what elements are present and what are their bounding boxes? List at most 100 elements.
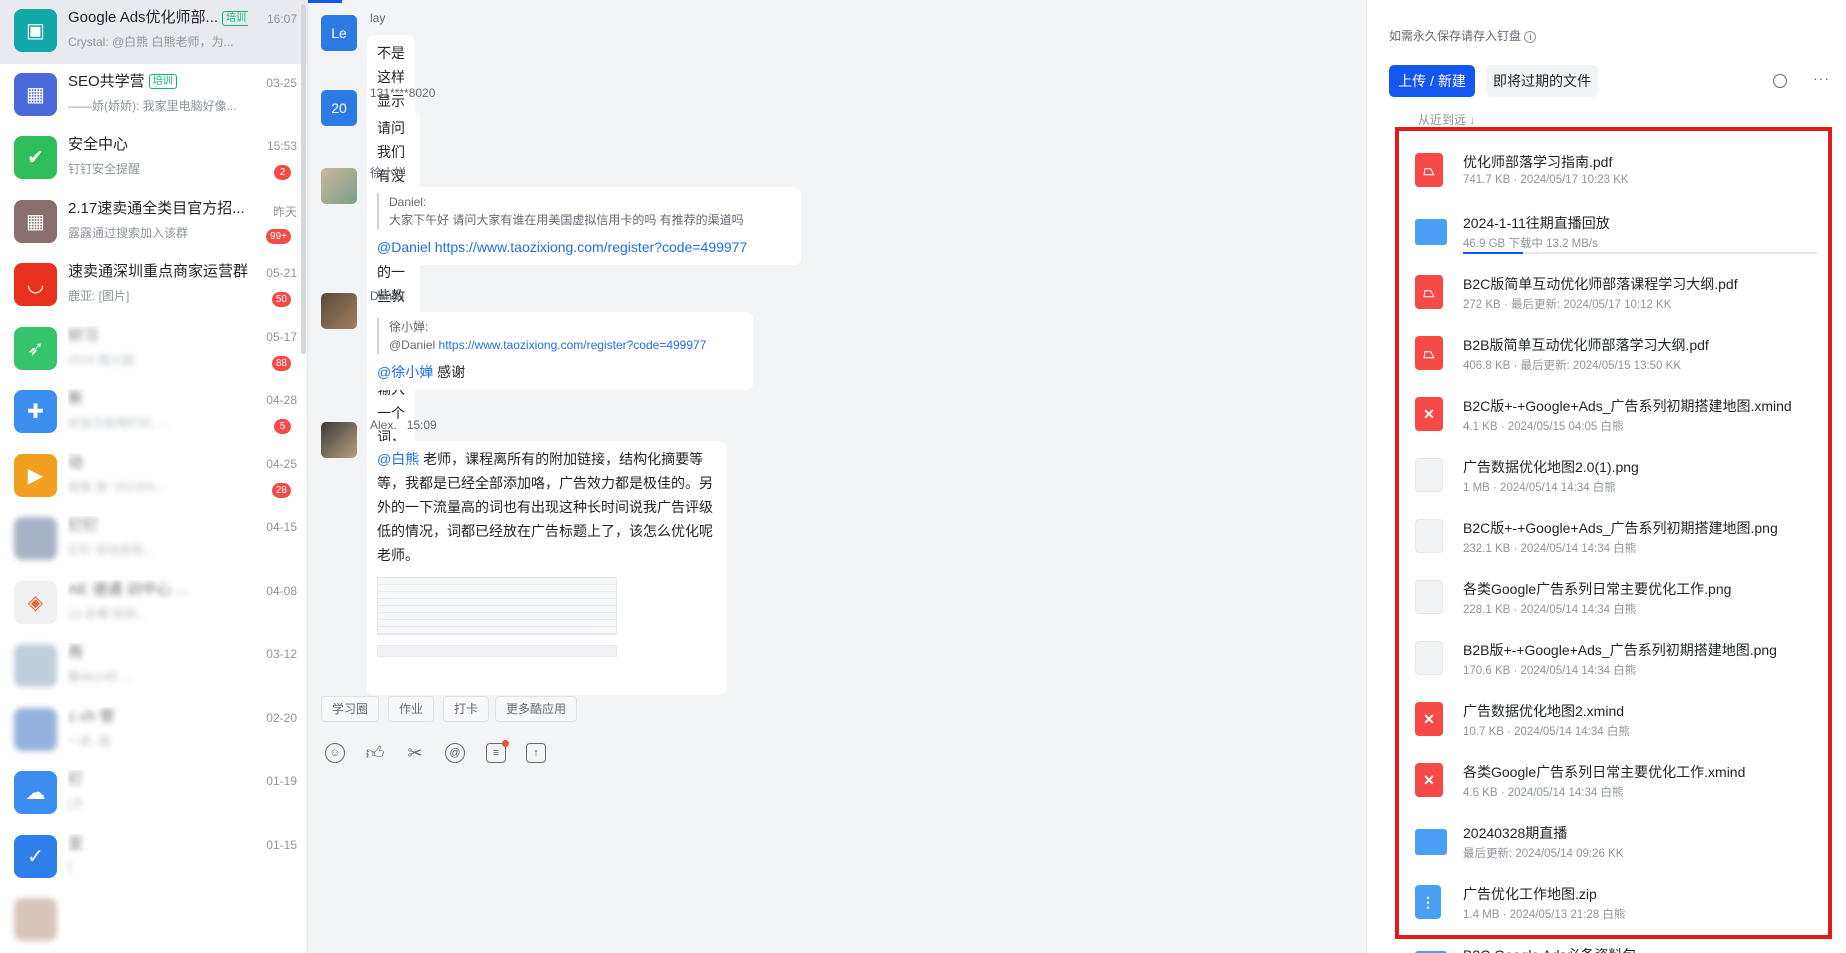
file-item[interactable]: 各类Google广告系列日常主要优化工作.png 228.1 KB · 2024/…: [1415, 575, 1825, 633]
conversation-item[interactable]: c ch 管 02-20 一步, 就: [0, 699, 307, 763]
file-item[interactable]: 20240328期直播 最后更新: 2024/05/14 09:26 KK: [1415, 819, 1825, 877]
conversation-preview: 有新 放 “202304...: [68, 479, 165, 494]
conversation-list[interactable]: ▣ Google Ads优化师部... 培训 16:07 Crystal: @白熊 白熊…: [0, 0, 308, 953]
png-file-icon: [1415, 641, 1443, 675]
graduation-cap-icon: ◈: [14, 580, 57, 624]
conversation-item[interactable]: ▦ SEO共学营 培训 03-25 ——娇(娇娇): 我家里电脑好像...: [0, 64, 307, 128]
file-meta: 406.8 KB · 最后更新: 2024/05/15 13:50 KK: [1463, 360, 1681, 372]
blurred-avatar-icon: [14, 707, 57, 751]
rocket-icon: ➶: [14, 326, 57, 370]
conversation-name: 钉钉: [68, 516, 248, 536]
conversation-item[interactable]: ✓ 宜 01-15]: [0, 826, 307, 890]
file-item[interactable]: ✕ B2C版+-+Google+Ads_广告系列初期搭建地图.xmind 4.1 K…: [1415, 392, 1825, 450]
download-progress: [1463, 252, 1817, 254]
upload-icon[interactable]: ↑: [526, 743, 546, 763]
quote-mention: @Daniel: [389, 338, 436, 352]
conversation-title: 安全中心: [68, 136, 129, 153]
mention[interactable]: @Daniel: [377, 239, 431, 255]
conversation-item[interactable]: ➶ 好习 05-17 2024 周小结 88: [0, 318, 307, 382]
file-item[interactable]: ⋮ 广告优化工作地图.zip 1.4 MB · 2024/05/13 21:28 白…: [1415, 880, 1825, 938]
yida-icon: ✓: [14, 834, 57, 878]
conversation-time: 04-08: [266, 583, 297, 598]
avatar[interactable]: Le: [321, 15, 357, 51]
conversation-name: c ch 管: [68, 707, 248, 727]
thumbs-up-icon[interactable]: 👍︎: [365, 743, 385, 763]
quoted-message[interactable]: 徐小婵: @Daniel https://www.taozixiong.com/…: [377, 318, 743, 354]
message-text: 老师，课程离所有的附加链接，结构化摘要等等，我都是已经全部添加咯，广告效力都是极…: [377, 451, 713, 563]
avatar[interactable]: 20: [321, 90, 357, 126]
task-icon[interactable]: ≡: [486, 740, 509, 763]
message-link[interactable]: https://www.taozixiong.com/register?code…: [435, 239, 747, 255]
conversation-item[interactable]: 钉钉 04-15 钉钉 目动态现...: [0, 508, 307, 572]
file-item[interactable]: 广告数据优化地图2.0(1).png 1 MB · 2024/05/14 14:3…: [1415, 453, 1825, 511]
conversation-preview: 鹿亚: [图片]: [68, 289, 130, 303]
message-bubble[interactable]: Daniel: 大家下午好 请问大家有谁在用美国虚拟信用卡的吗 有推荐的渠道吗 …: [367, 187, 801, 265]
quick-app-study-circle[interactable]: 学习圈: [321, 696, 380, 722]
file-meta: 1 MB · 2024/05/14 14:34 白熊: [1463, 482, 1616, 494]
conversation-name: 安全中心: [68, 135, 248, 155]
file-item[interactable]: ✕ 各类Google广告系列日常主要优化工作.xmind 4.6 KB · 2024…: [1415, 758, 1825, 816]
conversation-title: 速卖通深圳重点商家运营群: [68, 263, 248, 280]
message-bubble[interactable]: @白熊 老师，课程离所有的附加链接，结构化摘要等等，我都是已经全部添加咯，广告效…: [367, 441, 727, 695]
quick-app-checkin[interactable]: 打卡: [443, 696, 490, 722]
screenshot-thumbnail[interactable]: [377, 645, 617, 657]
conversation-item[interactable]: ✚ 新 04-28 好友已启用钉钉, ... 5: [0, 381, 307, 445]
conversation-item[interactable]: 雨 03-12 要48小时 ...: [0, 635, 307, 699]
training-tag: 培训: [148, 74, 177, 89]
info-icon[interactable]: i: [1524, 30, 1537, 43]
quoted-message[interactable]: Daniel: 大家下午好 请问大家有谁在用美国虚拟信用卡的吗 有推荐的渠道吗: [377, 193, 791, 229]
conversation-time: 16:07: [266, 12, 297, 26]
png-file-icon: [1415, 519, 1443, 553]
sender-name: Daniel: [370, 289, 405, 303]
file-item[interactable]: ⏢ B2B版简单互动优化师部落学习大纲.pdf 406.8 KB · 最后更新: 2…: [1415, 331, 1825, 389]
file-item[interactable]: ✕ 广告数据优化地图2.xmind 10.7 KB · 2024/05/14 14:…: [1415, 697, 1825, 755]
quick-app-more[interactable]: 更多酷应用: [495, 696, 578, 722]
quote-link[interactable]: https://www.taozixiong.com/register?code…: [439, 338, 707, 352]
avatar[interactable]: [321, 293, 357, 329]
conversation-title: 动: [68, 453, 84, 471]
conversation-item[interactable]: ☁ 钉 01-19 [卡: [0, 762, 307, 826]
file-meta: 1.4 MB · 2024/05/13 21:28 白熊: [1463, 909, 1626, 921]
message-bubble[interactable]: 徐小婵: @Daniel https://www.taozixiong.com/…: [367, 312, 753, 390]
conversation-time: 01-19: [266, 774, 297, 788]
file-item[interactable]: ⏢ 优化师部落学习指南.pdf 741.7 KB · 2024/05/17 10:2…: [1415, 148, 1825, 206]
conversation-item[interactable]: ▶ 动 04-25 有新 放 “202304... 28: [0, 445, 307, 509]
sort-toggle[interactable]: 从近到远 ↓: [1418, 111, 1475, 128]
at-icon[interactable]: @: [445, 743, 465, 763]
conversation-item[interactable]: ◈ AE 速通 训中心 ... 04-08 13 在哪 找到...: [0, 572, 307, 636]
screenshot-thumbnail[interactable]: [377, 577, 617, 635]
conversation-scrollbar[interactable]: [301, 4, 306, 354]
conversation-item[interactable]: [0, 889, 307, 953]
file-item[interactable]: B2B版+-+Google+Ads_广告系列初期搭建地图.png 170.6 KB…: [1415, 636, 1825, 694]
search-icon[interactable]: [1773, 74, 1787, 88]
conversation-title: 钉钉: [68, 517, 99, 534]
more-icon[interactable]: ···: [1813, 70, 1830, 86]
conversation-item[interactable]: ▦ 2.17速卖通全类目官方招... 昨天 露露通过搜索加入该群 99+: [0, 191, 307, 255]
conversation-item[interactable]: ✔ 安全中心 15:53 钉钉安全提醒 2: [0, 127, 307, 191]
upload-new-button[interactable]: 上传 / 新建: [1389, 65, 1475, 97]
conversation-time: 01-15: [266, 837, 297, 852]
mention[interactable]: @徐小婵: [377, 364, 433, 380]
blurred-avatar-icon: [14, 898, 57, 941]
unread-dot: [502, 740, 509, 747]
conversation-item[interactable]: ▣ Google Ads优化师部... 培训 16:07 Crystal: @白熊 白熊…: [0, 0, 307, 64]
mention[interactable]: @白熊: [377, 451, 419, 467]
expiring-files-button[interactable]: 即将过期的文件: [1486, 65, 1598, 97]
conversation-name: 速卖通深圳重点商家运营群: [68, 262, 248, 282]
zip-file-icon: ⋮: [1415, 885, 1441, 919]
file-item[interactable]: B2C版+-+Google+Ads_广告系列初期搭建地图.png 232.1 KB…: [1415, 514, 1825, 572]
scissors-icon[interactable]: ✂: [405, 743, 425, 763]
conversation-preview: 13 在哪 找到...: [68, 606, 147, 621]
file-item[interactable]: 2024-1-11往期直播回放 46.9 GB 下载中 13.2 MB/s: [1415, 209, 1825, 267]
conversation-item[interactable]: ◡ 速卖通深圳重点商家运营群 05-21 鹿亚: [图片] 50: [0, 254, 307, 318]
avatar[interactable]: [321, 422, 357, 458]
xmind-file-icon: ✕: [1415, 397, 1443, 431]
file-meta: 46.9 GB 下载中 13.2 MB/s: [1463, 238, 1598, 250]
file-meta: 4.1 KB · 2024/05/15 04:05 白熊: [1463, 421, 1624, 433]
quick-app-homework[interactable]: 作业: [388, 696, 435, 722]
blurred-avatar-icon: [14, 644, 57, 687]
emoji-icon[interactable]: ☺: [325, 743, 345, 763]
file-item[interactable]: B2C Google Ads必备资料包: [1415, 941, 1825, 953]
file-item[interactable]: ⏢ B2C版简单互动优化师部落课程学习大纲.pdf 272 KB · 最后更新: 2…: [1415, 270, 1825, 328]
avatar[interactable]: [321, 168, 357, 204]
